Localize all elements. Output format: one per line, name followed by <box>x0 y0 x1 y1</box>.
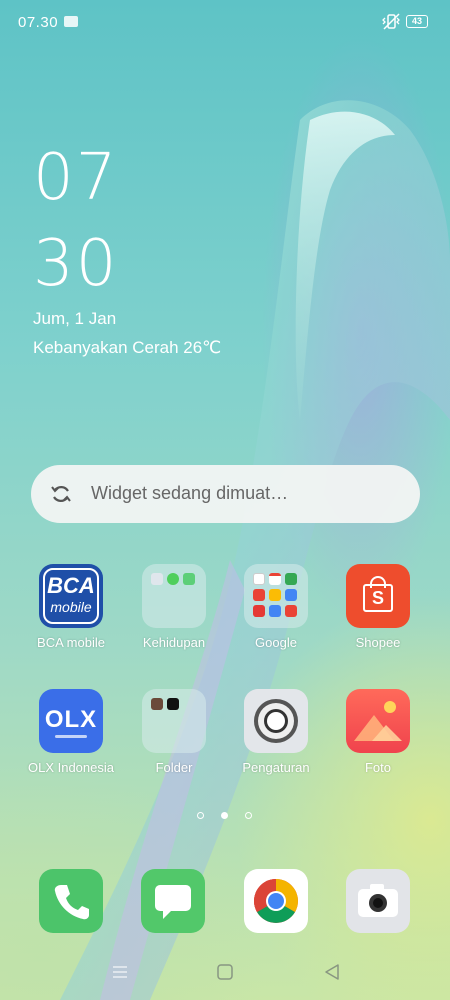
image-notification-icon <box>64 16 78 27</box>
app-label: OLX Indonesia <box>27 760 114 775</box>
status-time: 07.30 <box>18 14 59 31</box>
home-button-icon[interactable] <box>215 960 235 984</box>
vibrate-icon <box>382 13 400 30</box>
folder-google[interactable]: Google <box>226 564 326 664</box>
page-dot-active <box>221 812 228 819</box>
messages-icon[interactable] <box>141 869 205 933</box>
app-foto[interactable]: Foto <box>328 689 428 789</box>
clock-date: Jum, 1 Jan <box>33 309 117 328</box>
shopee-icon: S <box>346 564 410 628</box>
app-pengaturan[interactable]: Pengaturan <box>226 689 326 789</box>
folder-folder[interactable]: Folder <box>124 689 224 789</box>
battery-icon: 43 <box>406 15 428 28</box>
folder-kehidupan[interactable]: Kehidupan <box>124 564 224 664</box>
status-bar: 07.30 43 <box>0 0 450 44</box>
app-bca-mobile[interactable]: BCA mobile BCA mobile <box>21 564 121 664</box>
clock-minute: 30 <box>33 227 119 301</box>
folder-icon <box>142 564 206 628</box>
refresh-icon <box>51 486 71 502</box>
weather-text: Kebanyakan Cerah 26℃ <box>33 338 222 357</box>
loading-widget[interactable]: Widget sedang dimuat… <box>31 465 420 523</box>
page-dot <box>197 812 204 819</box>
back-button-icon[interactable] <box>322 960 342 984</box>
olx-icon: OLX <box>39 689 103 753</box>
app-label: Foto <box>364 760 391 775</box>
photos-icon <box>346 689 410 753</box>
recents-menu-icon[interactable] <box>110 960 130 984</box>
settings-icon <box>244 689 308 753</box>
phone-icon[interactable] <box>39 869 103 933</box>
app-label: BCA mobile <box>37 635 105 650</box>
widget-loading-text: Widget sedang dimuat… <box>91 483 289 503</box>
page-indicator[interactable] <box>0 810 450 822</box>
app-olx-indonesia[interactable]: OLX OLX Indonesia <box>21 689 121 789</box>
clock-hour: 07 <box>33 141 119 215</box>
chrome-icon[interactable] <box>244 869 308 933</box>
folder-icon <box>142 689 206 753</box>
folder-icon <box>244 564 308 628</box>
app-shopee[interactable]: S Shopee <box>328 564 428 664</box>
page-dot <box>245 812 252 819</box>
camera-icon[interactable] <box>346 869 410 933</box>
bca-mobile-icon: BCA mobile <box>39 564 103 628</box>
app-label: Shopee <box>355 635 401 650</box>
